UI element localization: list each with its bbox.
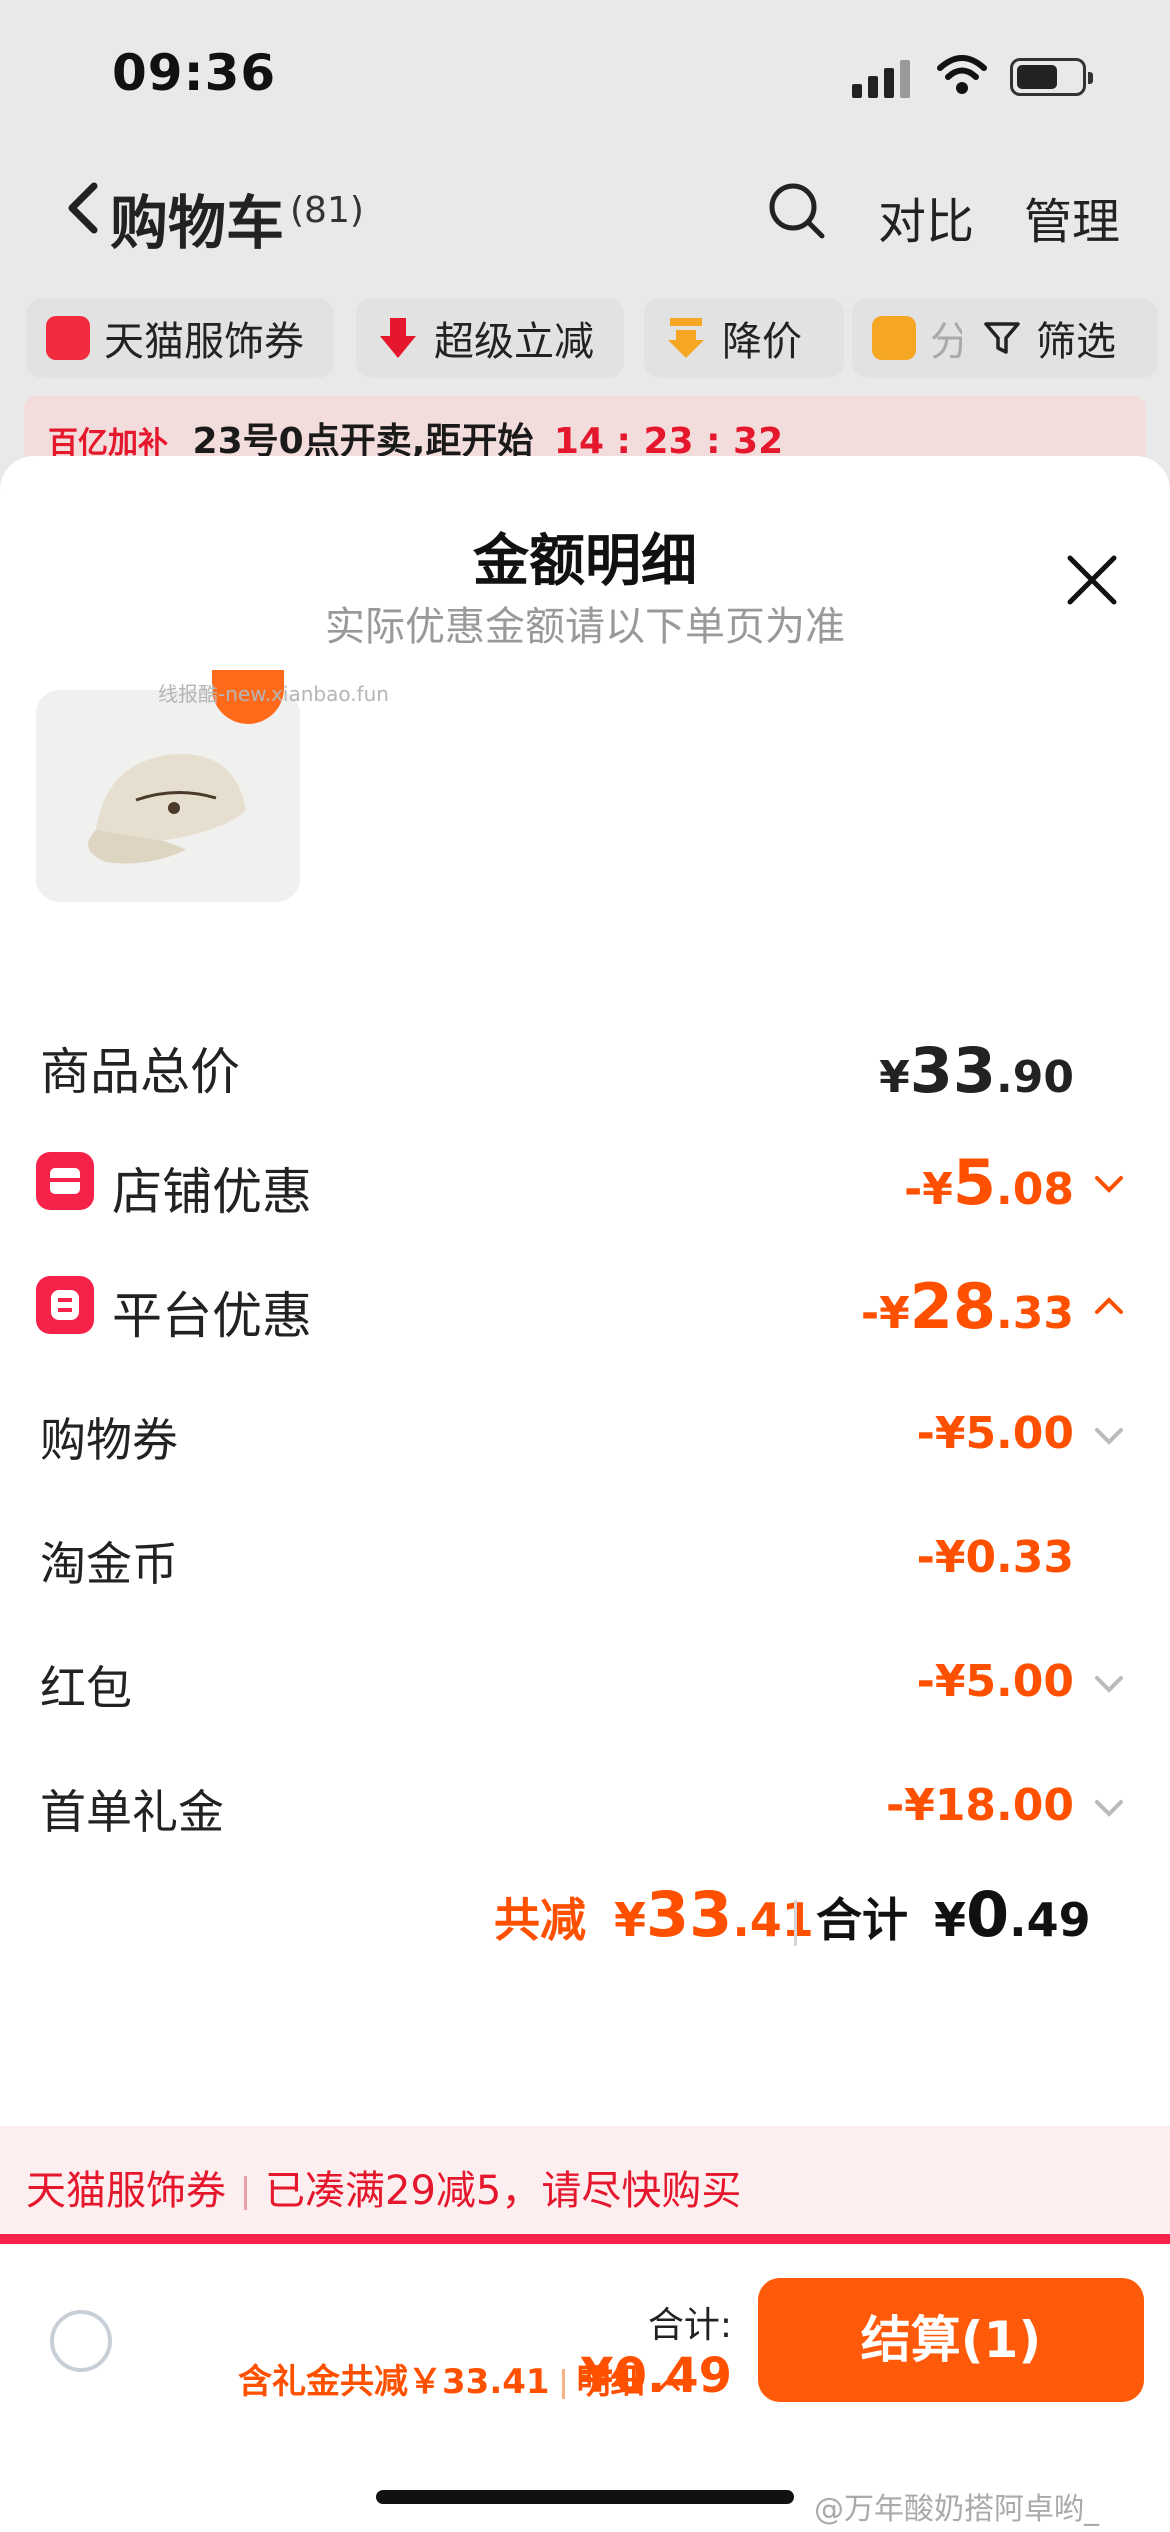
chevron-down-icon[interactable] (1092, 1420, 1126, 1454)
filter-icon (984, 322, 1020, 354)
footer-reduction[interactable]: 含礼金共减￥33.41 明细 (238, 2354, 682, 2403)
weibo-credit: @万年酸奶搭阿卓哟_ (814, 2492, 1099, 2527)
amount-dec: .08 (996, 1164, 1074, 1215)
amount-int: 33 (909, 1034, 997, 1107)
platform-discount-label: 平台优惠 (112, 1287, 312, 1345)
currency-symbol: ¥ (879, 1052, 910, 1103)
redpacket-value[interactable]: -¥5.00 (820, 1656, 1074, 1707)
platform-discount-value[interactable]: -¥28.33 (790, 1270, 1074, 1343)
manage-button[interactable]: 管理 (1024, 182, 1120, 252)
redpacket-label: 红包 (40, 1661, 132, 1715)
promo-text: 已凑满29减5，请尽快购买 (265, 2168, 742, 2214)
amount-dec: .49 (1009, 1893, 1091, 1947)
promo-progress-line (0, 2234, 1170, 2244)
chip-label: 超级立减 (434, 319, 594, 365)
wifi-icon (937, 55, 987, 94)
cellular-signal-icon (852, 58, 910, 98)
footer-total-label: 合计: (647, 2305, 732, 2346)
chip-tmall-coupon[interactable]: 天猫服饰券 (26, 298, 334, 378)
chevron-down-icon[interactable] (1092, 1168, 1126, 1202)
store-discount-value[interactable]: -¥5.08 (820, 1146, 1074, 1219)
amount-dec: .33 (996, 1288, 1074, 1339)
coins-value: -¥0.33 (916, 1532, 1074, 1583)
amount-int: 0 (966, 1878, 1010, 1951)
coins-label: 淘金币 (40, 1537, 178, 1591)
page-title: 购物车 (110, 189, 285, 257)
amount-int: 28 (909, 1270, 997, 1343)
amount-dec: .41 (732, 1893, 814, 1947)
promo-banner[interactable]: 天猫服饰券 已凑满29减5，请尽快购买 (0, 2126, 1170, 2236)
battery-icon (1010, 58, 1093, 96)
search-icon[interactable] (766, 180, 828, 242)
watermark: 线报酷-new.xianbao.fun (158, 682, 389, 706)
total-price-label: 商品总价 (40, 1043, 240, 1101)
store-icon (36, 1152, 94, 1210)
platform-icon (36, 1276, 94, 1334)
divider (794, 1900, 797, 1946)
currency-symbol: ¥ (934, 1893, 967, 1947)
currency-symbol: -¥ (860, 1288, 910, 1339)
currency-symbol: -¥ (904, 1164, 953, 1215)
chevron-up-icon[interactable] (656, 2371, 682, 2397)
status-time: 09:36 (112, 44, 277, 102)
sheet-total: 合计 ¥0.49 (816, 1878, 1091, 1951)
amount-int: 5 (952, 1146, 997, 1219)
total-reduction: 共减 ¥33.41 (494, 1878, 814, 1951)
home-indicator (376, 2490, 794, 2504)
checkout-button[interactable]: 结算(1) (758, 2278, 1144, 2402)
total-price-value: ¥33.90 (860, 1034, 1074, 1107)
footer-reduction-text: 含礼金共减￥33.41 (238, 2362, 550, 2402)
filter-label: 筛选 (1036, 319, 1116, 365)
divider (244, 2176, 247, 2210)
down-arrow-icon (380, 318, 416, 358)
amount-dec: .90 (996, 1052, 1074, 1103)
coupon-label: 购物券 (40, 1413, 178, 1467)
folder-icon (872, 316, 916, 360)
coupon-value[interactable]: -¥5.00 (820, 1408, 1074, 1459)
chevron-up-icon[interactable] (1092, 1288, 1126, 1322)
chevron-down-icon[interactable] (1092, 1668, 1126, 1702)
close-icon[interactable] (1062, 550, 1122, 610)
reduction-label: 共减 (494, 1893, 586, 1947)
coupon-icon (46, 316, 90, 360)
store-discount-label: 店铺优惠 (112, 1163, 312, 1221)
currency-symbol: ¥ (614, 1893, 647, 1947)
promo-tag: 天猫服饰券 (26, 2168, 226, 2214)
chip-super-discount[interactable]: 超级立减 (356, 298, 624, 378)
amount-int: 33 (646, 1878, 733, 1951)
cart-count: (81) (290, 190, 364, 231)
select-all-checkbox[interactable] (50, 2310, 112, 2372)
first-order-label: 首单礼金 (40, 1785, 224, 1839)
compare-button[interactable]: 对比 (878, 182, 974, 252)
filter-button[interactable]: 筛选 (962, 298, 1158, 378)
divider (561, 2368, 565, 2399)
chip-label: 天猫服饰券 (104, 319, 304, 365)
detail-link[interactable]: 明细 (577, 2362, 645, 2402)
sheet-subtitle: 实际优惠金额请以下单页为准 (325, 604, 845, 650)
sheet-title: 金额明细 (473, 529, 697, 594)
total-label: 合计 (816, 1893, 908, 1947)
chip-price-drop[interactable]: 降价 (644, 298, 844, 378)
first-order-value[interactable]: -¥18.00 (820, 1780, 1074, 1831)
chip-label: 降价 (722, 319, 802, 365)
chevron-down-icon[interactable] (1092, 1792, 1126, 1826)
price-drop-icon (668, 318, 704, 358)
chevron-left-icon[interactable] (60, 178, 104, 238)
